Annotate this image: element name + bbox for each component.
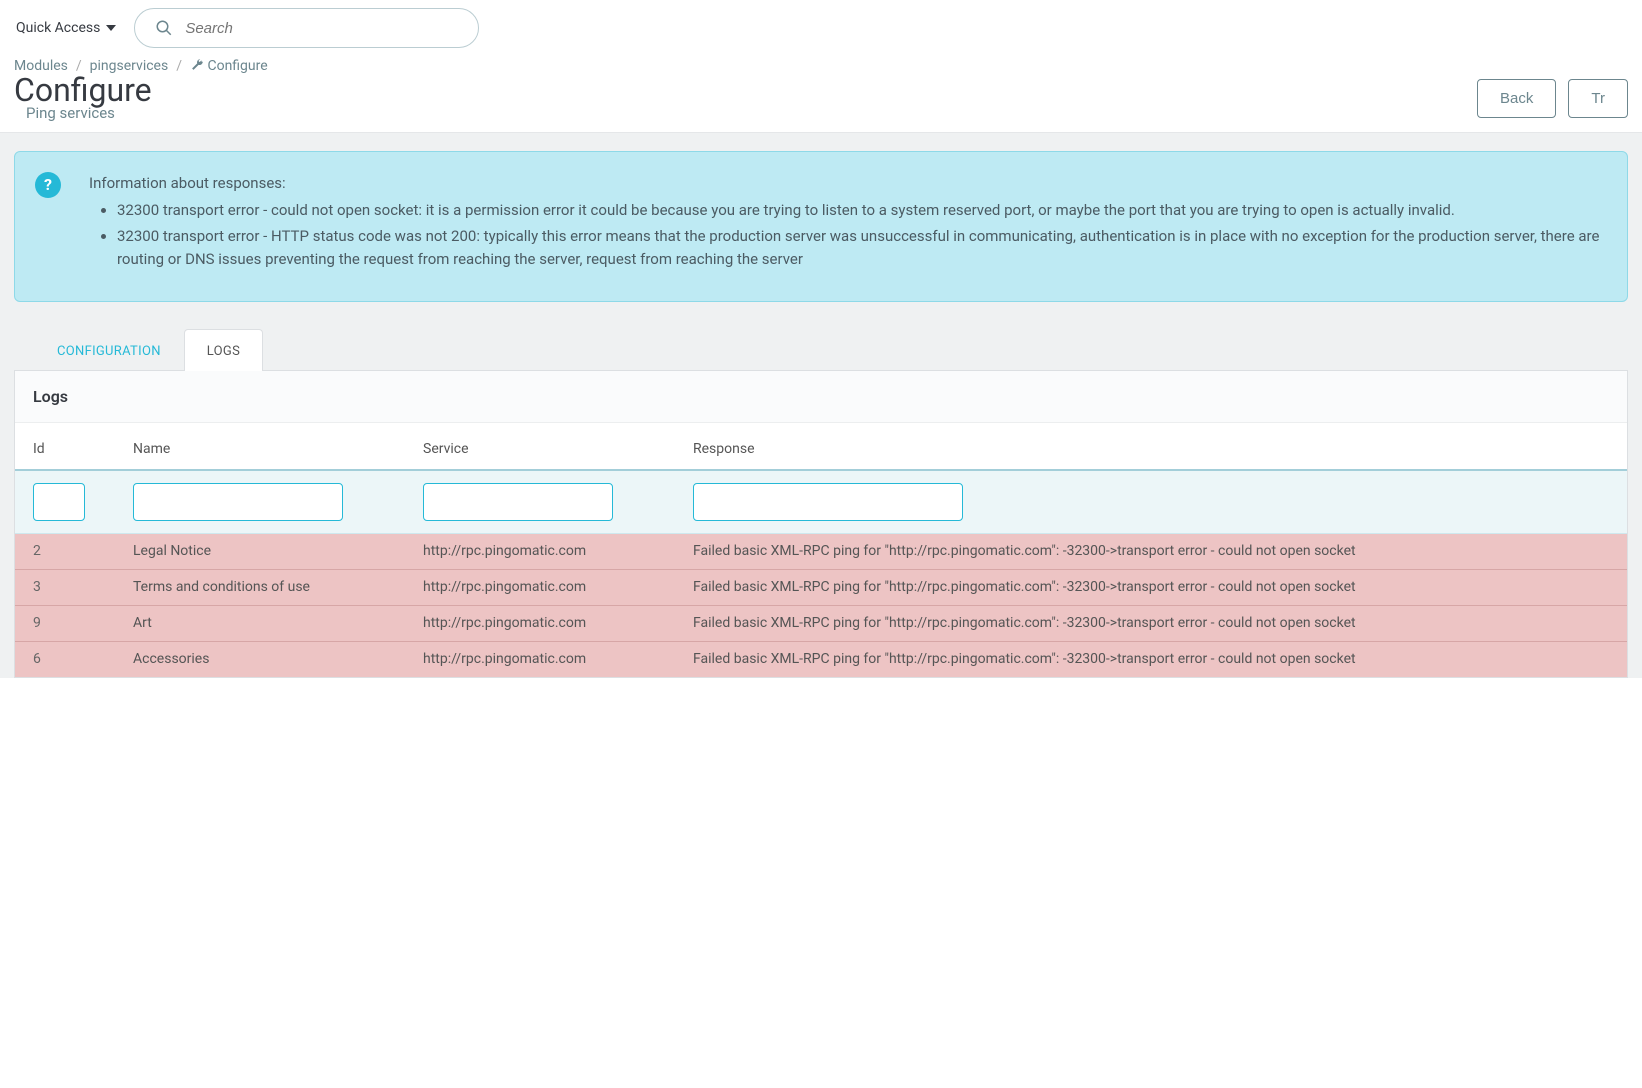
alert-body: Information about responses: 32300 trans…	[89, 172, 1607, 273]
cell-name: Legal Notice	[125, 534, 415, 570]
table-row[interactable]: 9 Art http://rpc.pingomatic.com Failed b…	[15, 605, 1627, 641]
tab-logs[interactable]: LOGS	[184, 329, 263, 371]
breadcrumb-current-label: Configure	[207, 58, 267, 74]
table-header-row: Id Name Service Response	[15, 423, 1627, 470]
title-block: Configure Ping services	[14, 74, 152, 122]
col-header-response[interactable]: Response	[685, 423, 1627, 470]
panel-heading: Logs	[15, 371, 1627, 423]
breadcrumb-separator: /	[176, 58, 182, 74]
tab-configuration[interactable]: CONFIGURATION	[34, 329, 184, 371]
quick-access-label: Quick Access	[16, 20, 100, 36]
cell-service: http://rpc.pingomatic.com	[415, 641, 685, 676]
caret-down-icon	[106, 25, 116, 31]
cell-name: Terms and conditions of use	[125, 569, 415, 605]
cell-name: Accessories	[125, 641, 415, 676]
back-button[interactable]: Back	[1477, 79, 1556, 118]
topbar: Quick Access	[0, 0, 1642, 56]
logs-table: Id Name Service Response 2 Legal Notice …	[15, 423, 1627, 677]
cell-service: http://rpc.pingomatic.com	[415, 569, 685, 605]
content-area: ? Information about responses: 32300 tra…	[0, 132, 1642, 678]
translate-button[interactable]: Tr	[1568, 79, 1628, 118]
col-header-service[interactable]: Service	[415, 423, 685, 470]
cell-service: http://rpc.pingomatic.com	[415, 534, 685, 570]
table-filter-row	[15, 470, 1627, 534]
cell-response: Failed basic XML-RPC ping for "http://rp…	[685, 569, 1627, 605]
cell-response: Failed basic XML-RPC ping for "http://rp…	[685, 641, 1627, 676]
logs-panel: Logs Id Name Service Response 2	[14, 371, 1628, 678]
search-icon	[155, 19, 173, 37]
info-alert: ? Information about responses: 32300 tra…	[14, 151, 1628, 302]
filter-name-input[interactable]	[133, 483, 343, 521]
col-header-id[interactable]: Id	[15, 423, 125, 470]
page-title: Configure	[14, 74, 152, 106]
cell-service: http://rpc.pingomatic.com	[415, 605, 685, 641]
breadcrumb: Modules / pingservices / Configure	[0, 56, 1642, 74]
search-input[interactable]	[185, 20, 458, 37]
search-box[interactable]	[134, 8, 479, 48]
page-header: Configure Ping services Back Tr	[0, 74, 1642, 132]
alert-list: 32300 transport error - could not open s…	[89, 199, 1607, 271]
tabs: CONFIGURATION LOGS	[14, 328, 1628, 371]
table-row[interactable]: 2 Legal Notice http://rpc.pingomatic.com…	[15, 534, 1627, 570]
cell-name: Art	[125, 605, 415, 641]
header-buttons: Back Tr	[1477, 79, 1628, 118]
alert-intro: Information about responses:	[89, 172, 1607, 195]
cell-id: 9	[15, 605, 125, 641]
info-icon: ?	[35, 172, 61, 198]
cell-id: 2	[15, 534, 125, 570]
filter-response-input[interactable]	[693, 483, 963, 521]
table-row[interactable]: 3 Terms and conditions of use http://rpc…	[15, 569, 1627, 605]
alert-list-item: 32300 transport error - could not open s…	[117, 199, 1607, 222]
cell-id: 3	[15, 569, 125, 605]
filter-service-input[interactable]	[423, 483, 613, 521]
col-header-name[interactable]: Name	[125, 423, 415, 470]
breadcrumb-item: Configure	[190, 58, 268, 74]
alert-list-item: 32300 transport error - HTTP status code…	[117, 225, 1607, 272]
cell-id: 6	[15, 641, 125, 676]
quick-access-dropdown[interactable]: Quick Access	[16, 20, 116, 36]
cell-response: Failed basic XML-RPC ping for "http://rp…	[685, 605, 1627, 641]
table-row[interactable]: 6 Accessories http://rpc.pingomatic.com …	[15, 641, 1627, 676]
filter-id-input[interactable]	[33, 483, 85, 521]
cell-response: Failed basic XML-RPC ping for "http://rp…	[685, 534, 1627, 570]
wrench-icon	[190, 58, 204, 72]
